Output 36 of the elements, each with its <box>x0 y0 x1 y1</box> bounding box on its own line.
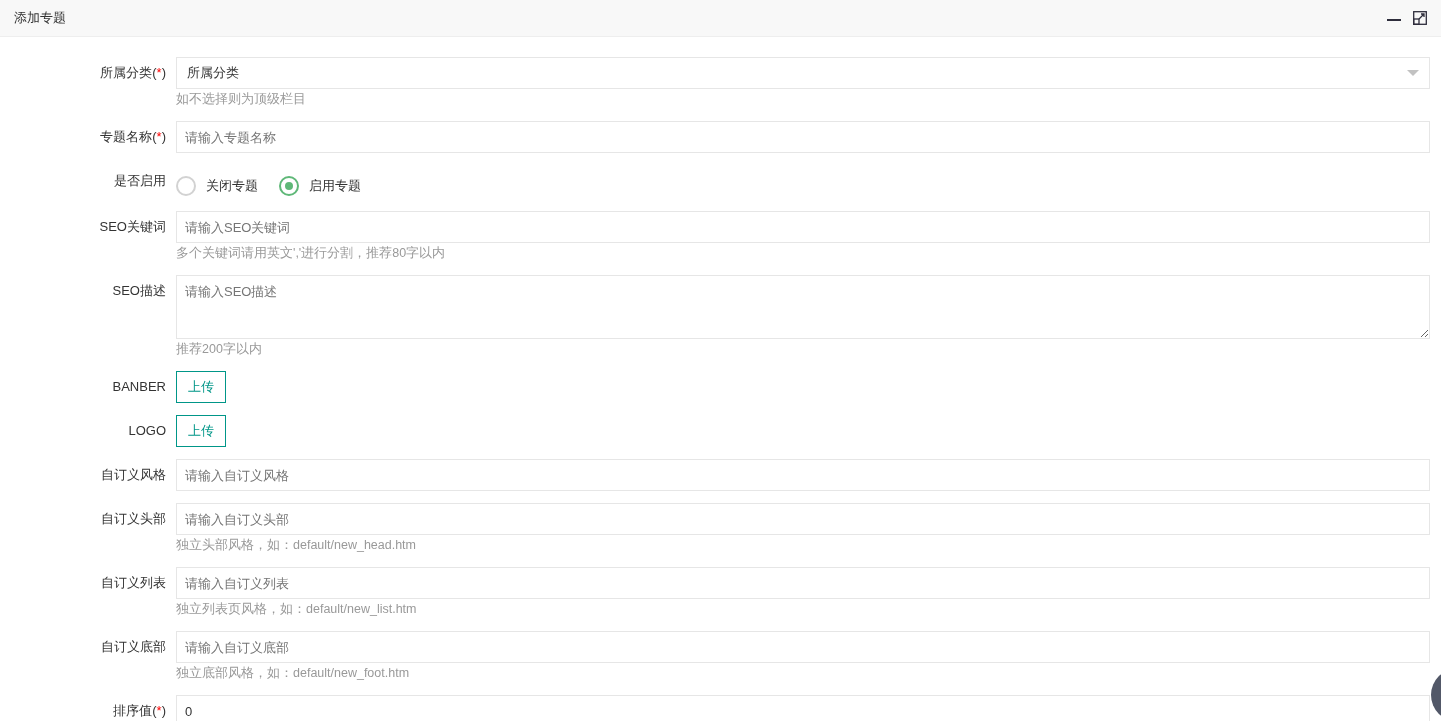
field-label: 专题名称(*) <box>100 129 166 145</box>
hint-text: 独立底部风格，如：default/new_foot.htm <box>176 664 410 682</box>
field-label: 自订义头部 <box>101 511 166 527</box>
select-field[interactable]: 所属分类 <box>176 57 1430 89</box>
upload-button[interactable]: 上传 <box>176 371 226 403</box>
upload-button[interactable]: 上传 <box>176 415 226 447</box>
hint-text: 独立头部风格，如：default/new_head.htm <box>176 536 416 554</box>
text-input[interactable]: 0 <box>176 695 1430 721</box>
radio-label: 关闭专题 <box>206 177 258 196</box>
text-input[interactable]: 请输入自订义头部 <box>176 503 1430 535</box>
field-label: SEO描述 <box>112 283 166 299</box>
hint-text: 独立列表页风格，如：default/new_list.htm <box>176 600 417 618</box>
field-label: 自订义风格 <box>101 467 166 483</box>
radio-selected[interactable] <box>279 176 299 196</box>
field-label: 所属分类(*) <box>100 65 166 81</box>
window-title: 添加专题 <box>14 9 66 28</box>
field-label: 排序值(*) <box>113 703 166 719</box>
field-label: BANBER <box>112 379 166 395</box>
field-label: 自订义底部 <box>101 639 166 655</box>
field-label: 是否启用 <box>114 173 166 189</box>
hint-text: 如不选择则为顶级栏目 <box>176 90 306 108</box>
maximize-icon[interactable] <box>1413 11 1427 25</box>
field-label: 自订义列表 <box>101 575 166 591</box>
dropdown-arrow-icon <box>1407 70 1419 76</box>
radio-button[interactable] <box>176 176 196 196</box>
radio-label: 启用专题 <box>309 177 361 196</box>
hint-text: 推荐200字以内 <box>176 340 262 358</box>
text-input[interactable]: 请输入专题名称 <box>176 121 1430 153</box>
field-label: SEO关键词 <box>99 219 166 235</box>
hint-text: 多个关键词请用英文','进行分割，推荐80字以内 <box>176 244 446 262</box>
text-input[interactable]: 请输入自订义底部 <box>176 631 1430 663</box>
textarea-field[interactable]: 请输入SEO描述 <box>176 275 1430 339</box>
field-label: LOGO <box>128 423 166 439</box>
text-input[interactable]: 请输入SEO关键词 <box>176 211 1430 243</box>
text-input[interactable]: 请输入自订义列表 <box>176 567 1430 599</box>
text-input[interactable]: 请输入自订义风格 <box>176 459 1430 491</box>
